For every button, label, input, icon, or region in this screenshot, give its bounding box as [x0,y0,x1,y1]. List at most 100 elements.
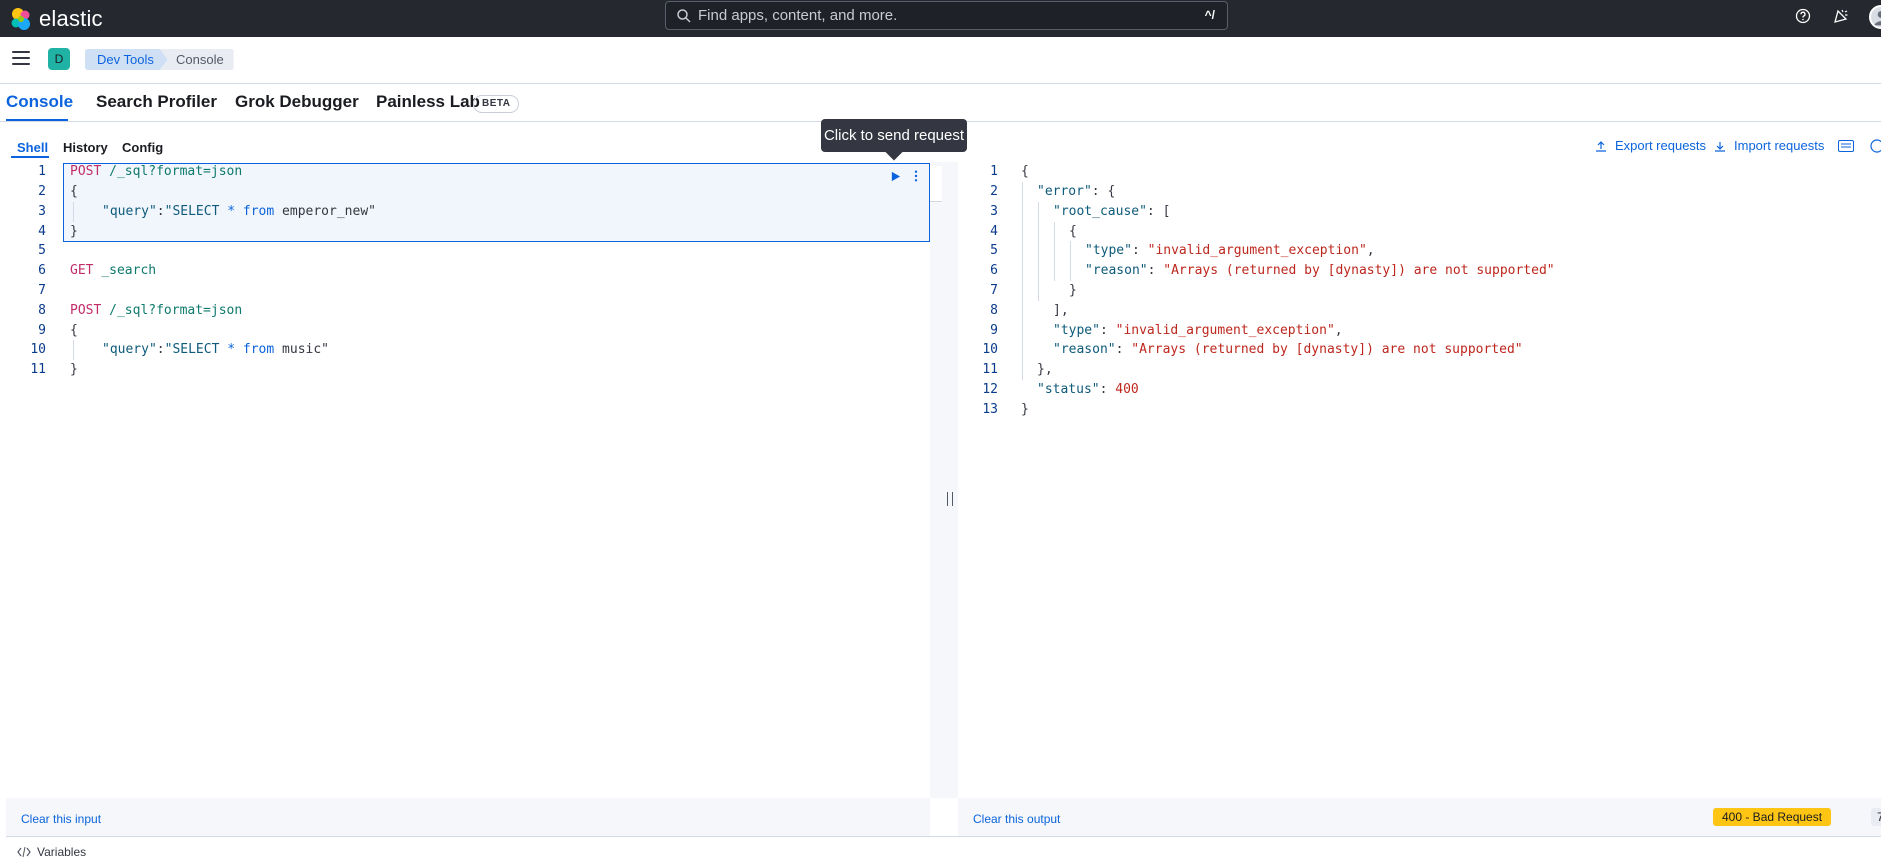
line-number: 2 [38,184,46,199]
line-number: 2 [990,184,998,199]
editor-resizer[interactable] [930,162,958,798]
json-key: "status" [1037,382,1100,397]
resize-handle-icon[interactable] [947,492,953,506]
line-number: 5 [38,243,46,258]
indent-guide [1070,241,1071,281]
line-number: 10 [982,342,998,357]
code-line: } [70,362,78,377]
sql-table: emperor_new" [282,204,376,219]
sql-table: music" [282,342,330,357]
json-string: "invalid_argument_exception" [1147,243,1367,258]
json-key: "root_cause" [1053,204,1147,219]
json-punct: , [1366,243,1375,258]
line-number: 3 [38,204,46,219]
sql-keyword: from [235,342,283,357]
line-number: 7 [990,283,998,298]
line-number: 6 [990,263,998,278]
import-requests-label: Import requests [1734,138,1825,153]
export-requests-button[interactable]: Export requests [1595,138,1706,153]
user-avatar[interactable] [1869,5,1881,29]
line-number: 10 [30,342,46,357]
code-line: "query":"SELECT * from emperor_new" [102,202,376,222]
play-icon [891,171,900,181]
code-line: POST /_sql?format=json [70,301,242,321]
request-url: /_sql?format=json [109,164,243,179]
code-line: } [70,224,78,239]
json-string: "SELECT [164,342,228,357]
tab-painless-lab[interactable]: Painless Lab [376,92,480,112]
brand-name: elastic [39,5,103,31]
status-badge: 400 - Bad Request [1713,808,1832,826]
clear-output-button[interactable]: Clear this output [973,812,1060,826]
newsfeed-icon[interactable] [1831,6,1851,26]
tab-history[interactable]: History [63,140,108,155]
beta-badge: BETA [473,95,520,113]
line-number: 6 [38,263,46,278]
tab-search-profiler[interactable]: Search Profiler [96,92,217,112]
code-line: { [1021,164,1029,179]
line-number: 8 [38,303,46,318]
json-string: "invalid_argument_exception" [1115,323,1335,338]
import-icon [1715,141,1725,152]
active-subtab-indicator [11,156,49,158]
code-line: "error": { [1037,182,1115,202]
export-requests-label: Export requests [1615,138,1707,153]
indent-guide [1054,222,1055,281]
elastic-logo[interactable]: elastic [9,4,103,33]
search-placeholder: Find apps, content, and more. [698,7,898,24]
json-key: "query" [102,342,157,357]
json-key: "query" [102,204,157,219]
request-options-button[interactable] [906,166,926,186]
tab-shell[interactable]: Shell [17,140,48,155]
output-gutter-marker [930,166,942,202]
sql-keyword: from [235,204,283,219]
breadcrumb-bar: D Dev Tools Console [0,37,1881,84]
import-requests-button[interactable]: Import requests [1714,138,1824,153]
tab-grok-debugger[interactable]: Grok Debugger [235,92,359,112]
line-number: 4 [38,224,46,239]
code-line: { [70,184,78,199]
tab-config[interactable]: Config [122,140,163,155]
more-vertical-icon [914,170,918,182]
line-number: 3 [990,204,998,219]
space-avatar[interactable]: D [48,48,70,70]
active-tab-indicator [6,119,68,121]
variables-bar[interactable] [6,836,1881,867]
json-string: "Arrays (returned by [dynasty]) are not … [1163,263,1555,278]
json-key: "type" [1085,243,1132,258]
line-number: 4 [990,224,998,239]
help-icon[interactable] [1793,6,1813,26]
json-colon: : [1147,263,1164,278]
help-circle-icon[interactable] [1870,139,1881,153]
request-time-badge: 71 ms [1871,808,1881,826]
menu-icon[interactable] [12,51,30,67]
elastic-logo-icon [11,7,30,30]
line-number: 1 [990,164,998,179]
breadcrumb-dev-tools[interactable]: Dev Tools [85,49,168,70]
send-request-button[interactable] [884,166,906,186]
code-line: GET _search [70,261,156,281]
export-icon [1596,140,1606,152]
code-icon [17,846,31,858]
tab-console[interactable]: Console [6,92,73,112]
global-header: elastic Find apps, content, and more. ^/ [0,0,1881,37]
request-editor[interactable] [6,162,930,798]
global-search-input[interactable]: Find apps, content, and more. ^/ [665,1,1228,30]
indent-guide [1022,182,1023,380]
input-footer [6,798,930,836]
clear-input-button[interactable]: Clear this input [21,812,101,826]
keyboard-icon[interactable] [1838,139,1854,152]
line-number: 9 [990,323,998,338]
json-key: "reason" [1053,342,1116,357]
json-number: 400 [1115,382,1139,397]
indent-guide [73,340,74,360]
json-colon: : [156,204,165,219]
json-key: "reason" [1085,263,1148,278]
json-punct: : { [1091,184,1116,199]
http-method: POST [70,164,102,179]
code-line: { [70,323,78,338]
sql-star: * [227,342,236,357]
line-number: 13 [982,402,998,417]
request-time: 71 ms [1871,808,1881,826]
line-number: 5 [990,243,998,258]
